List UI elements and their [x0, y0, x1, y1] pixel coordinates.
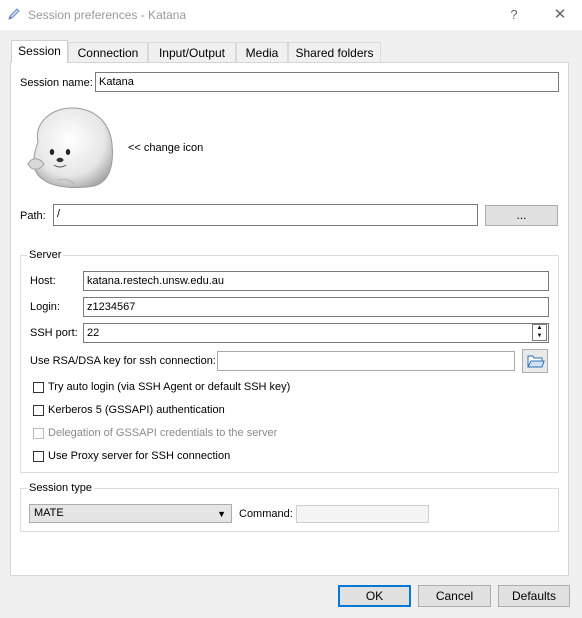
- session-name-field[interactable]: Katana: [95, 72, 559, 92]
- rsa-key-label: Use RSA/DSA key for ssh connection:: [30, 355, 216, 367]
- help-button[interactable]: ?: [500, 4, 528, 26]
- spin-up-icon[interactable]: ▲: [533, 325, 546, 332]
- host-field[interactable]: katana.restech.unsw.edu.au: [83, 271, 549, 291]
- session-name-label: Session name:: [20, 77, 93, 89]
- ssh-port-spinner[interactable]: ▲ ▼: [532, 324, 547, 341]
- tab-shared-folders[interactable]: Shared folders: [288, 42, 381, 62]
- ok-button[interactable]: OK: [338, 585, 411, 607]
- defaults-button[interactable]: Defaults: [498, 585, 570, 607]
- host-label: Host:: [30, 275, 56, 287]
- close-button[interactable]: ✕: [545, 4, 575, 26]
- tab-session[interactable]: Session: [11, 40, 68, 63]
- cancel-button[interactable]: Cancel: [418, 585, 491, 607]
- tab-media[interactable]: Media: [236, 42, 288, 62]
- proxy-label: Use Proxy server for SSH connection: [48, 450, 231, 462]
- open-folder-icon: [527, 355, 545, 368]
- delegation-label: Delegation of GSSAPI credentials to the …: [48, 427, 278, 439]
- browse-path-button[interactable]: ...: [485, 205, 558, 226]
- change-icon-link[interactable]: << change icon: [128, 142, 203, 154]
- path-field[interactable]: /: [53, 204, 478, 226]
- tab-input-output[interactable]: Input/Output: [148, 42, 236, 62]
- auto-login-label: Try auto login (via SSH Agent or default…: [48, 381, 291, 393]
- session-type-select[interactable]: MATE ▼: [29, 504, 232, 523]
- browse-key-button[interactable]: [522, 349, 548, 373]
- session-type-value: MATE: [34, 507, 64, 519]
- kerberos-checkbox[interactable]: [33, 405, 44, 416]
- ssh-port-label: SSH port:: [30, 327, 78, 339]
- spin-down-icon[interactable]: ▼: [533, 333, 546, 340]
- command-field: [296, 505, 429, 523]
- login-label: Login:: [30, 301, 60, 313]
- delegation-checkbox: [33, 428, 44, 439]
- login-field[interactable]: z1234567: [83, 297, 549, 317]
- command-label: Command:: [239, 508, 293, 520]
- pen-icon: [7, 7, 21, 21]
- window-title: Session preferences - Katana: [28, 8, 187, 22]
- seal-mascot-icon[interactable]: [24, 104, 118, 190]
- session-type-title: Session type: [27, 482, 94, 494]
- server-group-title: Server: [27, 249, 64, 261]
- ssh-port-field[interactable]: 22: [83, 323, 549, 343]
- auto-login-checkbox[interactable]: [33, 382, 44, 393]
- tab-connection[interactable]: Connection: [68, 42, 148, 62]
- path-label: Path:: [20, 210, 46, 222]
- proxy-checkbox[interactable]: [33, 451, 44, 462]
- kerberos-label: Kerberos 5 (GSSAPI) authentication: [48, 404, 225, 416]
- rsa-key-field[interactable]: [217, 351, 515, 371]
- chevron-down-icon: ▼: [217, 509, 226, 519]
